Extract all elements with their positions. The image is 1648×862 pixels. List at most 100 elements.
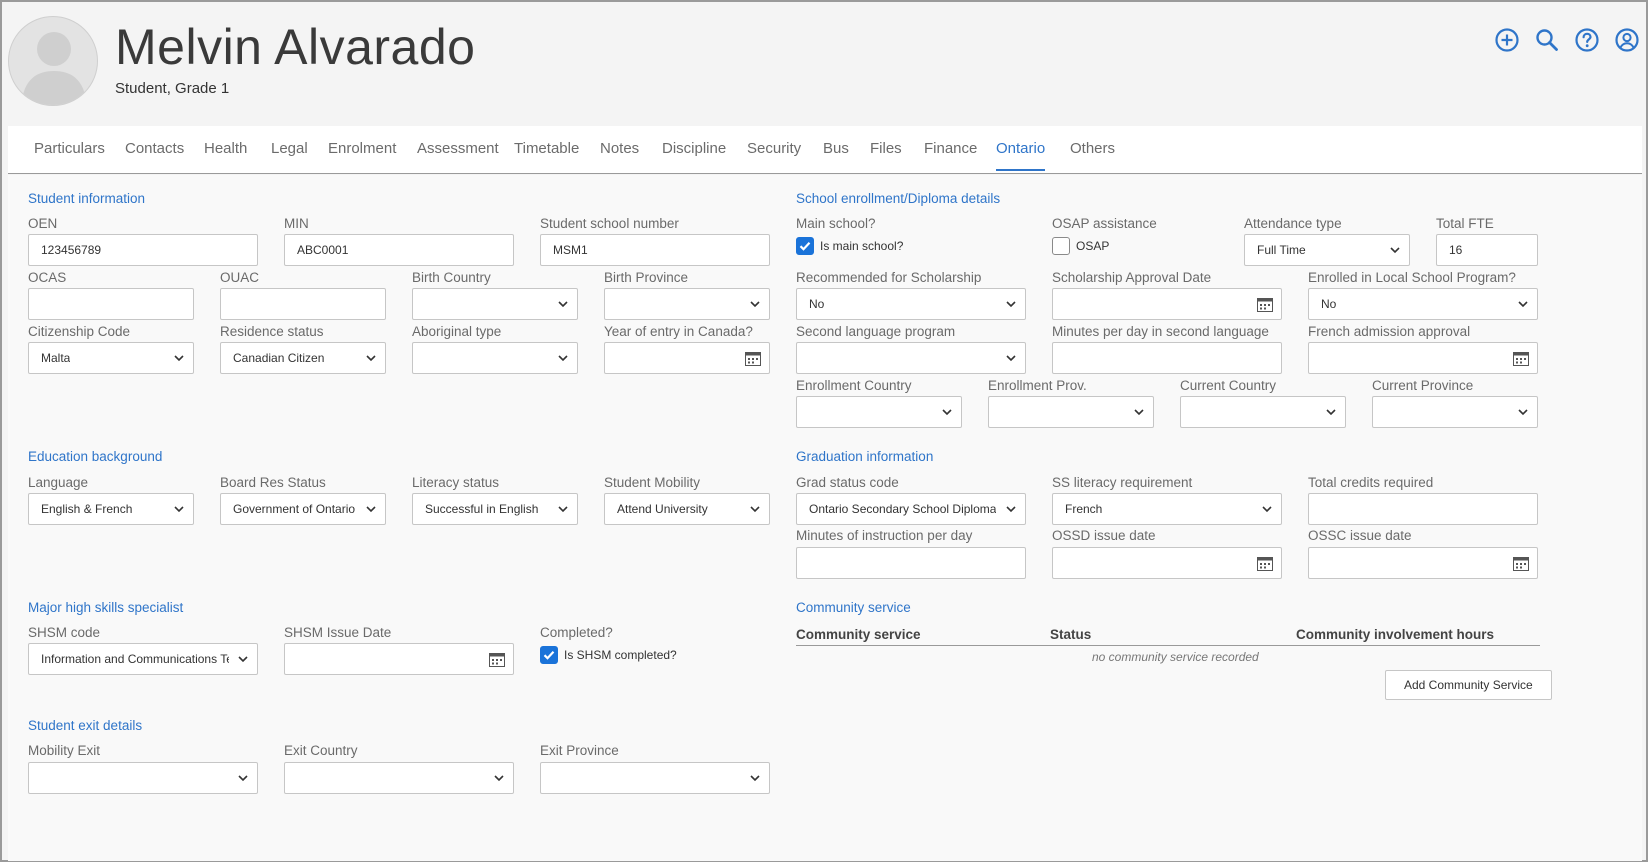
tab-others[interactable]: Others bbox=[1070, 140, 1115, 157]
oen-input[interactable]: 123456789 bbox=[28, 234, 258, 266]
fte-input[interactable]: 16 bbox=[1436, 234, 1538, 266]
calendar-icon[interactable] bbox=[1257, 297, 1273, 312]
tab-particulars[interactable]: Particulars bbox=[34, 140, 105, 157]
add-circle-icon[interactable] bbox=[1494, 27, 1520, 53]
section-shsm: Major high skills specialist bbox=[28, 600, 184, 615]
aboriginal-label: Aboriginal type bbox=[412, 324, 502, 339]
tab-legal[interactable]: Legal bbox=[271, 140, 308, 157]
osap-label: OSAP assistance bbox=[1052, 216, 1157, 231]
chevron-down-icon bbox=[366, 506, 376, 513]
chevron-down-icon bbox=[494, 775, 504, 782]
ouac-input[interactable] bbox=[220, 288, 386, 320]
birth-country-select[interactable] bbox=[412, 288, 578, 320]
min-label: MIN bbox=[284, 216, 309, 231]
help-icon[interactable] bbox=[1574, 27, 1600, 53]
chevron-down-icon bbox=[1006, 355, 1016, 362]
ontario-form: Student information OEN 123456789 MIN AB… bbox=[8, 175, 1642, 861]
column-header-community-service: Community service bbox=[796, 627, 921, 642]
calendar-icon[interactable] bbox=[489, 652, 505, 667]
tab-discipline[interactable]: Discipline bbox=[662, 140, 726, 157]
chevron-down-icon bbox=[238, 656, 248, 663]
ss-literacy-select[interactable]: French bbox=[1052, 493, 1282, 525]
scholarship-date-label: Scholarship Approval Date bbox=[1052, 270, 1212, 285]
chevron-down-icon bbox=[174, 355, 184, 362]
osap-checkbox[interactable]: OSAP bbox=[1052, 237, 1109, 255]
tab-timetable[interactable]: Timetable bbox=[514, 140, 579, 157]
birth-country-label: Birth Country bbox=[412, 270, 491, 285]
search-icon[interactable] bbox=[1534, 27, 1560, 53]
scholarship-date-input[interactable] bbox=[1052, 288, 1282, 320]
total-credits-input[interactable] bbox=[1308, 493, 1538, 525]
tab-enrolment[interactable]: Enrolment bbox=[328, 140, 396, 157]
account-icon[interactable] bbox=[1614, 27, 1640, 53]
ouac-label: OUAC bbox=[220, 270, 260, 285]
tab-files[interactable]: Files bbox=[870, 140, 902, 157]
school-number-input[interactable]: MSM1 bbox=[540, 234, 770, 266]
main-school-checkbox[interactable]: Is main school? bbox=[796, 237, 903, 255]
tab-assessment[interactable]: Assessment bbox=[417, 140, 499, 157]
min-input[interactable]: ABC0001 bbox=[284, 234, 514, 266]
calendar-icon[interactable] bbox=[1257, 556, 1273, 571]
mobility-exit-select[interactable] bbox=[28, 762, 258, 794]
calendar-icon[interactable] bbox=[1513, 556, 1529, 571]
chevron-down-icon bbox=[1006, 301, 1016, 308]
student-name: Melvin Alvarado bbox=[115, 19, 476, 75]
birth-province-select[interactable] bbox=[604, 288, 770, 320]
language-select[interactable]: English & French bbox=[28, 493, 194, 525]
current-country-select[interactable] bbox=[1180, 396, 1346, 428]
exit-province-select[interactable] bbox=[540, 762, 770, 794]
main-school-label: Main school? bbox=[796, 216, 876, 231]
year-entry-label: Year of entry in Canada? bbox=[604, 324, 753, 339]
exit-country-select[interactable] bbox=[284, 762, 514, 794]
calendar-icon[interactable] bbox=[1513, 351, 1529, 366]
school-number-label: Student school number bbox=[540, 216, 679, 231]
board-res-select[interactable]: Government of Ontario bbox=[220, 493, 386, 525]
minutes-second-language-label: Minutes per day in second language bbox=[1052, 324, 1269, 339]
shsm-issue-date-input[interactable] bbox=[284, 643, 514, 675]
checkbox-checked-icon bbox=[796, 237, 814, 255]
chevron-down-icon bbox=[1134, 409, 1144, 416]
aboriginal-select[interactable] bbox=[412, 342, 578, 374]
ossd-date-input[interactable] bbox=[1052, 547, 1282, 579]
local-program-select[interactable]: No bbox=[1308, 288, 1538, 320]
exit-province-label: Exit Province bbox=[540, 743, 619, 758]
tab-bus[interactable]: Bus bbox=[823, 140, 849, 157]
tab-contacts[interactable]: Contacts bbox=[125, 140, 184, 157]
tab-bar: Particulars Contacts Health Legal Enrolm… bbox=[8, 126, 1642, 174]
tab-health[interactable]: Health bbox=[204, 140, 247, 157]
section-graduation-information: Graduation information bbox=[796, 449, 934, 464]
shsm-code-select[interactable]: Information and Communications Technolog… bbox=[28, 643, 258, 675]
shsm-completed-checkbox[interactable]: Is SHSM completed? bbox=[540, 646, 677, 664]
literacy-select[interactable]: Successful in English bbox=[412, 493, 578, 525]
table-header-divider bbox=[796, 645, 1540, 646]
minutes-second-language-input[interactable] bbox=[1052, 342, 1282, 374]
residence-select[interactable]: Canadian Citizen bbox=[220, 342, 386, 374]
tab-finance[interactable]: Finance bbox=[924, 140, 977, 157]
attendance-select[interactable]: Full Time bbox=[1244, 234, 1410, 266]
ocas-input[interactable] bbox=[28, 288, 194, 320]
second-language-select[interactable] bbox=[796, 342, 1026, 374]
citizenship-select[interactable]: Malta bbox=[28, 342, 194, 374]
enrollment-prov-select[interactable] bbox=[988, 396, 1154, 428]
add-community-service-button[interactable]: Add Community Service bbox=[1385, 670, 1552, 700]
tab-notes[interactable]: Notes bbox=[600, 140, 639, 157]
calendar-icon[interactable] bbox=[745, 351, 761, 366]
year-entry-date-input[interactable] bbox=[604, 342, 770, 374]
french-admission-date-input[interactable] bbox=[1308, 342, 1538, 374]
tab-security[interactable]: Security bbox=[747, 140, 801, 157]
total-credits-label: Total credits required bbox=[1308, 475, 1434, 490]
minutes-instruction-input[interactable] bbox=[796, 547, 1026, 579]
french-admission-label: French admission approval bbox=[1308, 324, 1471, 339]
column-header-status: Status bbox=[1050, 627, 1092, 642]
scholarship-select[interactable]: No bbox=[796, 288, 1026, 320]
mobility-select[interactable]: Attend University bbox=[604, 493, 770, 525]
ossc-date-input[interactable] bbox=[1308, 547, 1538, 579]
section-school-enrollment: School enrollment/Diploma details bbox=[796, 191, 1001, 206]
board-res-label: Board Res Status bbox=[220, 475, 326, 490]
enrollment-country-select[interactable] bbox=[796, 396, 962, 428]
column-header-involvement-hours: Community involvement hours bbox=[1296, 627, 1495, 642]
section-education-background: Education background bbox=[28, 449, 163, 464]
grad-status-select[interactable]: Ontario Secondary School Diploma bbox=[796, 493, 1026, 525]
current-province-select[interactable] bbox=[1372, 396, 1538, 428]
tab-ontario[interactable]: Ontario bbox=[996, 140, 1046, 171]
